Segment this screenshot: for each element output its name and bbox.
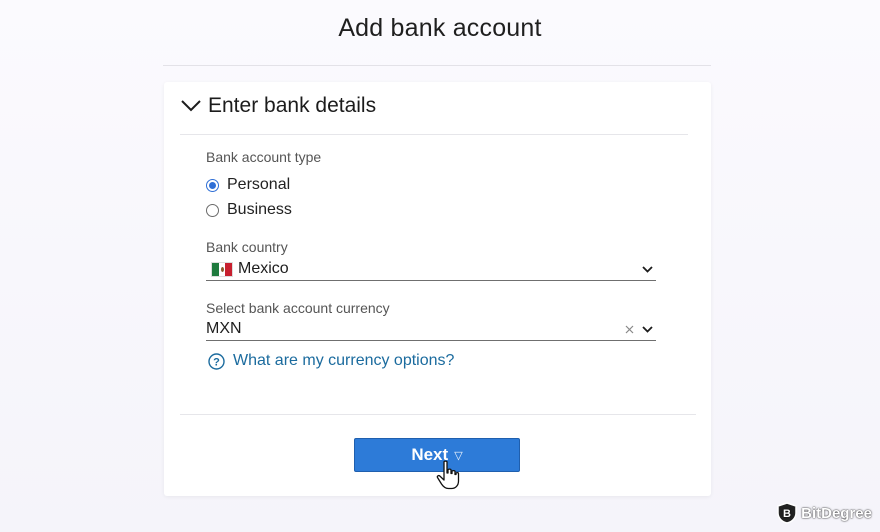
radio-button-unselected[interactable] [206,203,219,217]
title-divider [163,65,711,66]
bank-country-label: Bank country [206,239,288,255]
radio-business[interactable]: Business [206,201,292,219]
chevron-down-icon [180,95,202,117]
hand-pointer-icon [436,460,460,490]
footer-divider [180,414,696,415]
currency-options-text: What are my currency options? [233,352,455,369]
account-type-label: Bank account type [206,149,322,165]
currency-label: Select bank account currency [206,300,390,316]
watermark-text: BitDegree [801,504,872,522]
radio-button-selected[interactable] [206,178,219,192]
bitdegree-watermark: B BitDegree [777,502,872,524]
currency-value: MXN [206,320,242,337]
page-title: Add bank account [338,14,542,42]
svg-text:?: ? [213,356,220,368]
bitdegree-logo-icon: B [777,502,797,524]
chevron-down-icon [640,262,654,276]
radio-business-label: Business [227,201,292,218]
bank-details-card: Enter bank details Bank account type Per… [164,82,711,496]
radio-personal-label: Personal [227,176,291,193]
page: Add bank account Enter bank details Bank… [0,0,880,532]
currency-select[interactable]: MXN [206,318,656,341]
svg-text:B: B [783,508,791,520]
clear-icon[interactable] [622,322,636,336]
section-toggle[interactable]: Enter bank details [180,94,376,118]
chevron-down-icon [640,322,654,336]
radio-personal[interactable]: Personal [206,176,290,194]
question-circle-icon: ? [208,352,225,370]
section-divider [180,134,688,135]
mexico-flag-icon [211,261,233,277]
bank-country-select[interactable]: Mexico [206,258,656,281]
section-title: Enter bank details [208,94,377,117]
bank-country-value: Mexico [238,260,289,277]
currency-options-link[interactable]: ? What are my currency options? [208,352,454,370]
